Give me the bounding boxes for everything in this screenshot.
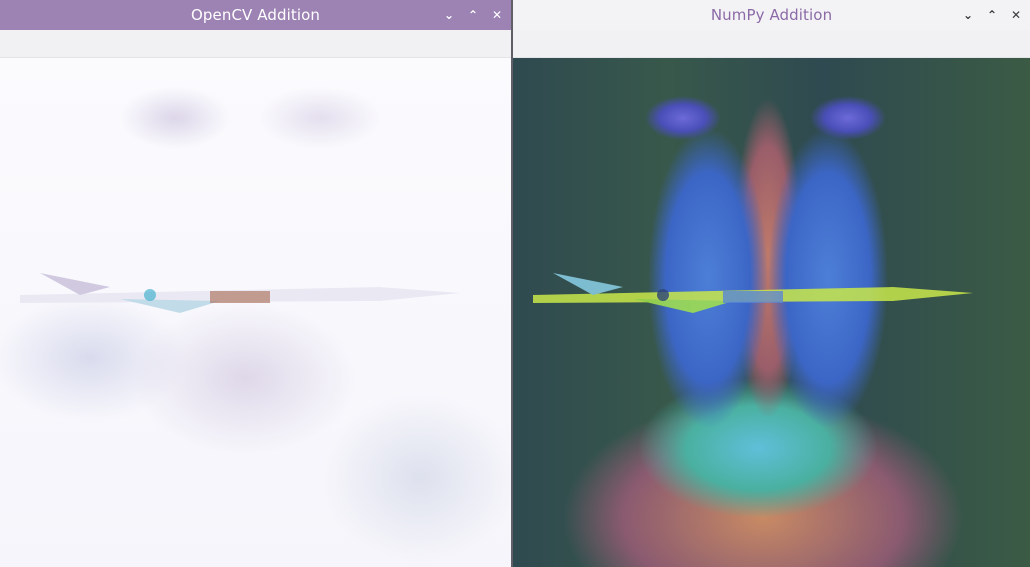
toolbar-strip (513, 30, 1030, 58)
window-controls: ⌄ ⌃ ✕ (441, 0, 505, 30)
chevron-down-icon[interactable]: ⌄ (960, 7, 976, 23)
opencv-result-image (0, 58, 511, 567)
chevron-down-icon[interactable]: ⌄ (441, 7, 457, 23)
chevron-up-icon[interactable]: ⌃ (465, 7, 481, 23)
image-display (513, 58, 1030, 567)
chevron-up-icon[interactable]: ⌃ (984, 7, 1000, 23)
close-icon[interactable]: ✕ (1008, 7, 1024, 23)
window-controls: ⌄ ⌃ ✕ (960, 0, 1024, 30)
titlebar[interactable]: OpenCV Addition ⌄ ⌃ ✕ (0, 0, 511, 30)
close-icon[interactable]: ✕ (489, 7, 505, 23)
window-title: OpenCV Addition (190, 6, 320, 24)
window-title: NumPy Addition (710, 6, 833, 24)
jet-overlay (20, 273, 460, 313)
jet-overlay (533, 273, 973, 313)
desktop: OpenCV Addition ⌄ ⌃ ✕ NumPy Addition ⌄ ⌃… (0, 0, 1030, 567)
numpy-addition-window: NumPy Addition ⌄ ⌃ ✕ (513, 0, 1030, 567)
toolbar-strip (0, 30, 511, 58)
image-display (0, 58, 511, 567)
opencv-addition-window: OpenCV Addition ⌄ ⌃ ✕ (0, 0, 513, 567)
numpy-result-image (513, 58, 1030, 567)
titlebar[interactable]: NumPy Addition ⌄ ⌃ ✕ (513, 0, 1030, 30)
